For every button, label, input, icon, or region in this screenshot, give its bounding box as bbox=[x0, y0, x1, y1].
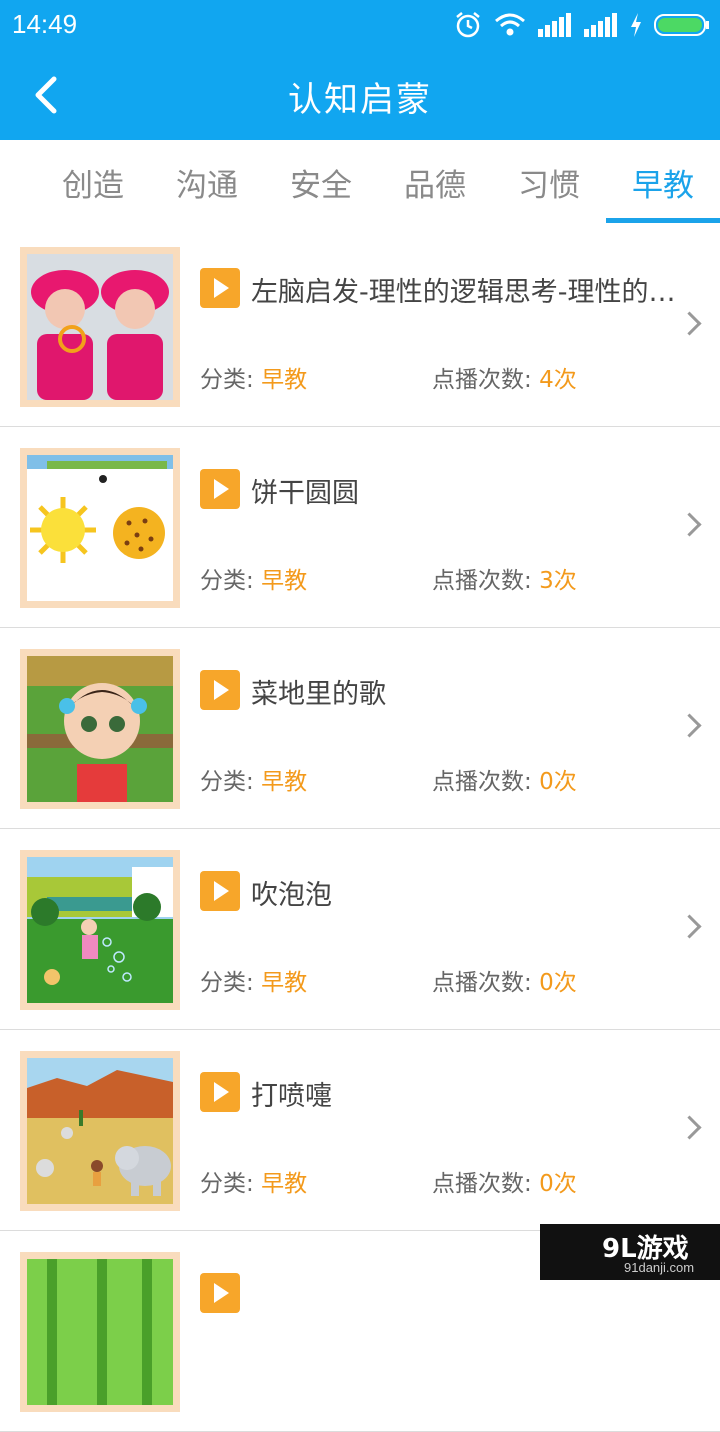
signal-icon bbox=[538, 13, 571, 37]
plays-meta: 点播次数: 0次 bbox=[432, 762, 577, 796]
watermark-site: 91danji.com bbox=[624, 1260, 695, 1275]
video-thumbnail bbox=[20, 850, 180, 1010]
video-title: 吹泡泡 bbox=[251, 880, 332, 911]
play-icon bbox=[200, 1273, 240, 1313]
video-thumbnail bbox=[20, 1051, 180, 1211]
play-icon bbox=[200, 1072, 240, 1112]
plays-label: 点播次数: bbox=[432, 1171, 532, 1197]
plays-meta: 点播次数: 3次 bbox=[432, 561, 577, 595]
category-label: 分类: bbox=[200, 568, 254, 594]
plays-value: 4次 bbox=[539, 367, 577, 393]
chevron-right-icon bbox=[677, 1115, 702, 1140]
page-title: 认知启蒙 bbox=[288, 80, 432, 120]
category-tabs: 索 创造 沟通 安全 品德 习惯 早教 bbox=[0, 140, 720, 227]
tab-active-indicator bbox=[606, 218, 720, 223]
plays-label: 点播次数: bbox=[432, 970, 532, 996]
bubbles-farm-image bbox=[27, 857, 173, 1003]
plays-value: 0次 bbox=[539, 1171, 577, 1197]
alarm-icon bbox=[456, 12, 480, 38]
category-meta: 分类: 早教 bbox=[200, 963, 307, 997]
category-label: 分类: bbox=[200, 1171, 254, 1197]
charging-icon bbox=[631, 13, 641, 37]
list-item[interactable]: 吹泡泡 分类: 早教 点播次数: 0次 bbox=[0, 829, 720, 1030]
signal-icon-2 bbox=[584, 13, 617, 37]
chevron-right-icon bbox=[677, 713, 702, 738]
plays-value: 0次 bbox=[539, 970, 577, 996]
twin-babies-image bbox=[27, 254, 173, 400]
play-icon bbox=[200, 469, 240, 509]
battery-icon bbox=[654, 14, 709, 36]
category-value: 早教 bbox=[261, 970, 308, 996]
cartoon-girl-image bbox=[27, 656, 173, 802]
play-icon bbox=[200, 670, 240, 710]
sun-cookie-image bbox=[27, 455, 173, 601]
category-meta: 分类: 早教 bbox=[200, 561, 307, 595]
watermark-logo: 9L游戏 91danji.com bbox=[540, 1224, 720, 1280]
category-meta: 分类: 早教 bbox=[200, 762, 307, 796]
chevron-right-icon bbox=[677, 914, 702, 939]
play-icon bbox=[200, 268, 240, 308]
tab-habits[interactable]: 习惯 bbox=[499, 160, 599, 205]
video-title: 饼干圆圆 bbox=[251, 478, 359, 509]
category-value: 早教 bbox=[261, 769, 308, 795]
status-bar: 14:49 bbox=[0, 0, 720, 50]
list-item[interactable]: 左脑启发-理性的逻辑思考-理性的… 分类: 早教 点播次数: 4次 bbox=[0, 226, 720, 427]
plays-label: 点播次数: bbox=[432, 568, 532, 594]
app-bar: 认知启蒙 bbox=[0, 50, 720, 140]
chevron-right-icon bbox=[677, 311, 702, 336]
bamboo-image bbox=[27, 1259, 173, 1405]
category-value: 早教 bbox=[261, 1171, 308, 1197]
video-thumbnail bbox=[20, 1252, 180, 1412]
tab-early-education[interactable]: 早教 bbox=[613, 160, 713, 205]
plays-meta: 点播次数: 4次 bbox=[432, 360, 577, 394]
video-thumbnail bbox=[20, 448, 180, 608]
video-title: 打喷嚏 bbox=[251, 1081, 332, 1112]
category-value: 早教 bbox=[261, 568, 308, 594]
plays-meta: 点播次数: 0次 bbox=[432, 1164, 577, 1198]
tab-communicate[interactable]: 沟通 bbox=[157, 160, 257, 205]
tab-partial[interactable]: 索 bbox=[0, 160, 20, 205]
plays-label: 点播次数: bbox=[432, 367, 532, 393]
video-thumbnail bbox=[20, 247, 180, 407]
plays-value: 3次 bbox=[539, 568, 577, 594]
plays-value: 0次 bbox=[539, 769, 577, 795]
play-icon bbox=[200, 871, 240, 911]
category-meta: 分类: 早教 bbox=[200, 1164, 307, 1198]
tab-create[interactable]: 创造 bbox=[43, 160, 143, 205]
tab-morality[interactable]: 品德 bbox=[385, 160, 485, 205]
status-time: 14:49 bbox=[12, 9, 78, 39]
category-label: 分类: bbox=[200, 367, 254, 393]
video-thumbnail bbox=[20, 649, 180, 809]
category-label: 分类: bbox=[200, 970, 254, 996]
desert-elephant-image bbox=[27, 1058, 173, 1204]
list-item[interactable]: 菜地里的歌 分类: 早教 点播次数: 0次 bbox=[0, 628, 720, 829]
list-item[interactable]: 打喷嚏 分类: 早教 点播次数: 0次 bbox=[0, 1030, 720, 1231]
status-icons bbox=[454, 10, 710, 40]
category-meta: 分类: 早教 bbox=[200, 360, 307, 394]
plays-label: 点播次数: bbox=[432, 769, 532, 795]
category-value: 早教 bbox=[261, 367, 308, 393]
video-title: 菜地里的歌 bbox=[251, 679, 386, 710]
chevron-right-icon bbox=[677, 512, 702, 537]
wifi-icon bbox=[495, 13, 525, 36]
category-label: 分类: bbox=[200, 769, 254, 795]
tab-safety[interactable]: 安全 bbox=[271, 160, 371, 205]
list-item[interactable]: 饼干圆圆 分类: 早教 点播次数: 3次 bbox=[0, 427, 720, 628]
plays-meta: 点播次数: 0次 bbox=[432, 963, 577, 997]
video-title: 左脑启发-理性的逻辑思考-理性的… bbox=[251, 277, 676, 308]
